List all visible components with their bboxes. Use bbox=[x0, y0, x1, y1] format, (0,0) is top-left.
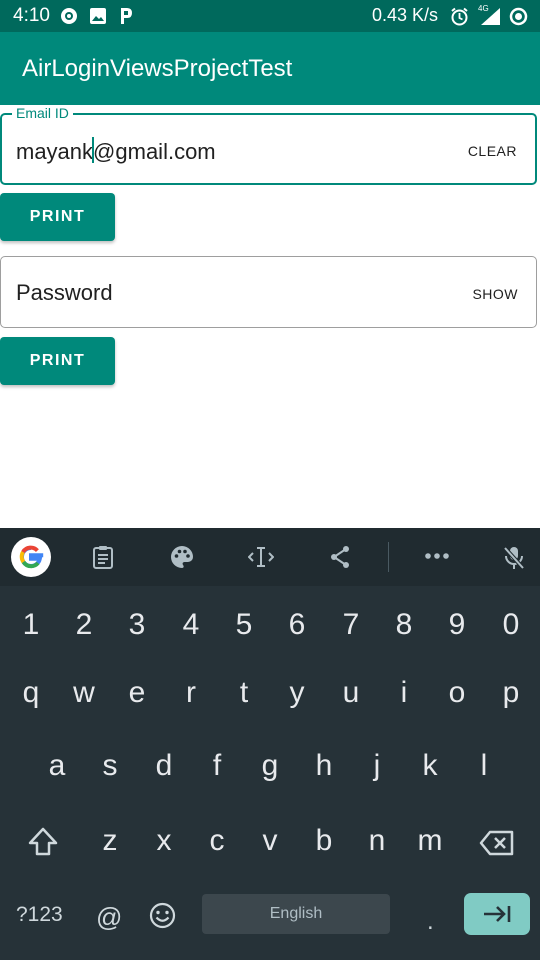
status-time: 4:10 bbox=[13, 5, 50, 26]
status-bar: 4:10 0.43 K/s 4G bbox=[0, 0, 540, 32]
key-x[interactable]: x bbox=[139, 824, 189, 858]
key-q[interactable]: q bbox=[6, 676, 56, 710]
key-s[interactable]: s bbox=[85, 749, 135, 783]
key-i[interactable]: i bbox=[379, 676, 429, 710]
key-g[interactable]: g bbox=[245, 749, 295, 783]
keyboard-toolbar bbox=[0, 528, 540, 586]
email-field[interactable]: Email ID mayank@gmail.com CLEAR bbox=[0, 105, 537, 185]
network-speed: 0.43 K/s bbox=[372, 5, 439, 25]
pocket-casts-icon bbox=[61, 8, 77, 24]
palette-icon[interactable] bbox=[170, 545, 194, 569]
email-label: Email ID bbox=[12, 105, 73, 121]
key-6[interactable]: 6 bbox=[272, 608, 322, 642]
clipboard-icon[interactable] bbox=[92, 545, 114, 569]
at-key[interactable]: @ bbox=[96, 902, 122, 933]
backspace-icon[interactable] bbox=[479, 830, 515, 856]
alarm-icon bbox=[451, 7, 468, 26]
key-d[interactable]: d bbox=[139, 749, 189, 783]
key-8[interactable]: 8 bbox=[379, 608, 429, 642]
enter-key[interactable] bbox=[464, 893, 530, 935]
key-a[interactable]: a bbox=[32, 749, 82, 783]
clear-button[interactable]: CLEAR bbox=[468, 143, 517, 159]
key-3[interactable]: 3 bbox=[112, 608, 162, 642]
emoji-icon[interactable] bbox=[149, 902, 176, 929]
print-password-button[interactable]: PRINT bbox=[0, 337, 115, 385]
app-title: AirLoginViewsProjectTest bbox=[22, 55, 293, 82]
key-b[interactable]: b bbox=[299, 824, 349, 858]
key-v[interactable]: v bbox=[245, 824, 295, 858]
app-bar: AirLoginViewsProjectTest bbox=[0, 32, 540, 105]
password-placeholder: Password bbox=[16, 280, 113, 305]
key-9[interactable]: 9 bbox=[432, 608, 482, 642]
more-icon[interactable] bbox=[424, 552, 450, 560]
text-cursor-icon[interactable] bbox=[248, 545, 274, 569]
space-key[interactable]: English bbox=[202, 894, 390, 934]
key-h[interactable]: h bbox=[299, 749, 349, 783]
data-saver-icon bbox=[509, 7, 528, 26]
keyboard: 1 2 3 4 5 6 7 8 9 0 q w e r t y u i o p … bbox=[0, 528, 540, 960]
key-f[interactable]: f bbox=[192, 749, 242, 783]
key-k[interactable]: k bbox=[405, 749, 455, 783]
mic-off-icon[interactable] bbox=[502, 545, 526, 571]
shift-icon[interactable] bbox=[27, 827, 59, 857]
period-key[interactable]: . bbox=[427, 908, 434, 936]
key-7[interactable]: 7 bbox=[326, 608, 376, 642]
key-r[interactable]: r bbox=[166, 676, 216, 710]
key-n[interactable]: n bbox=[352, 824, 402, 858]
key-2[interactable]: 2 bbox=[59, 608, 109, 642]
key-u[interactable]: u bbox=[326, 676, 376, 710]
key-w[interactable]: w bbox=[59, 676, 109, 710]
key-0[interactable]: 0 bbox=[486, 608, 536, 642]
key-c[interactable]: c bbox=[192, 824, 242, 858]
email-input-value[interactable]: mayank@gmail.com bbox=[16, 137, 216, 165]
key-t[interactable]: t bbox=[219, 676, 269, 710]
key-4[interactable]: 4 bbox=[166, 608, 216, 642]
key-y[interactable]: y bbox=[272, 676, 322, 710]
key-j[interactable]: j bbox=[352, 749, 402, 783]
signal-icon bbox=[481, 8, 500, 25]
symbols-key[interactable]: ?123 bbox=[16, 903, 63, 927]
email-value-before-cursor: mayank bbox=[16, 139, 94, 164]
google-g-glyph bbox=[19, 545, 44, 569]
key-o[interactable]: o bbox=[432, 676, 482, 710]
key-5[interactable]: 5 bbox=[219, 608, 269, 642]
p-icon bbox=[121, 8, 132, 24]
key-e[interactable]: e bbox=[112, 676, 162, 710]
print-email-button[interactable]: PRINT bbox=[0, 193, 115, 241]
email-value-after-cursor: @gmail.com bbox=[93, 139, 216, 164]
password-field[interactable]: Password SHOW bbox=[0, 256, 537, 328]
key-m[interactable]: m bbox=[405, 824, 455, 858]
toolbar-divider bbox=[388, 542, 389, 572]
share-icon[interactable] bbox=[329, 545, 351, 569]
google-icon[interactable] bbox=[11, 537, 51, 577]
key-l[interactable]: l bbox=[459, 749, 509, 783]
key-z[interactable]: z bbox=[85, 824, 135, 858]
show-password-button[interactable]: SHOW bbox=[472, 286, 518, 302]
key-p[interactable]: p bbox=[486, 676, 536, 710]
key-1[interactable]: 1 bbox=[6, 608, 56, 642]
image-icon bbox=[90, 8, 106, 24]
next-arrow-icon bbox=[484, 906, 511, 922]
